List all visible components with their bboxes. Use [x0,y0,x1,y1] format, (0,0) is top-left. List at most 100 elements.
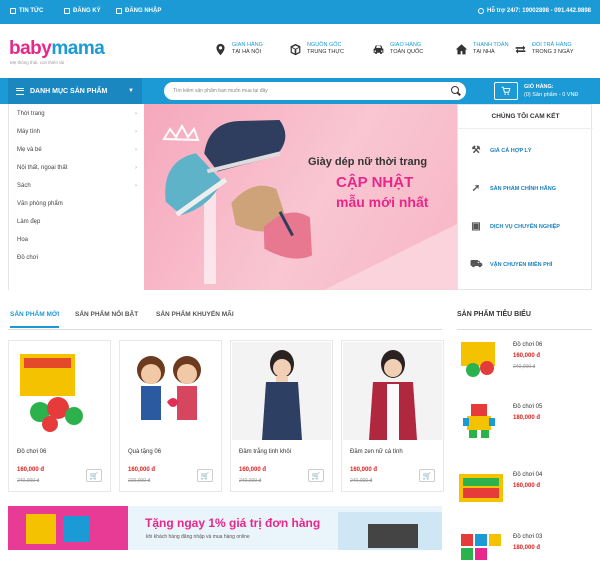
featured-item[interactable]: Đồ chơi 03 180,000 đ [457,530,592,565]
cart-icon: 🛒 [311,472,321,480]
logo-tagline: Mẹ thông thái, con thiên tài [10,60,65,65]
category-item-mom-baby[interactable]: Mẹ và bé › [17,147,143,153]
product-price: 160,000 đ [17,467,45,473]
promo-subtitle: khi khách hàng đăng nhập và mua hàng onl… [146,534,250,540]
category-label: Hoa [17,237,29,243]
commitment-item-service: ▣ DỊCH VỤ CHUYÊN NGHIỆP [470,221,560,233]
category-item-flowers[interactable]: Hoa [17,237,143,243]
feature-line1: NGUỒN GỐC [307,42,342,48]
featured-item[interactable]: Đồ chơi 05 180,000 đ [457,400,592,460]
featured-name[interactable]: Đồ chơi 06 [513,342,542,348]
banner-line1: Giày dép nữ thời trang [308,156,428,168]
promo-title: Tặng ngay 1% giá trị đơn hàng [145,516,321,530]
chevron-right-icon: › [135,111,137,117]
exchange-icon [515,44,526,54]
category-item-books[interactable]: Sách › [17,183,143,189]
logo-part1: baby [9,38,52,59]
category-item-fashion[interactable]: Thời trang › [17,111,143,117]
add-to-cart-button[interactable]: 🛒 [308,469,324,482]
feature-payment[interactable]: THANH TOÁN TẠI NHÀ [455,42,509,56]
search-icon[interactable] [451,86,459,94]
featured-item[interactable]: Đồ chơi 04 160,000 đ [457,468,592,528]
login-label: ĐĂNG NHẬP [125,8,162,14]
tab-featured-products[interactable]: SẢN PHẨM NỔI BẬT [75,311,138,318]
map-pin-icon [216,43,225,55]
product-name[interactable]: Quà tặng 06 [128,449,161,455]
feature-line1: ĐỔI TRẢ HÀNG [532,42,572,48]
featured-image [461,534,501,560]
banner-line3: mẫu mới nhất [336,194,429,210]
feature-return[interactable]: ĐỔI TRẢ HÀNG TRONG 3 NGÀY [514,42,574,56]
tab-sale-products[interactable]: SẢN PHẨM KHUYẾN MÃI [156,311,234,318]
add-to-cart-button[interactable]: 🛒 [197,469,213,482]
product-card[interactable]: Quà tặng 06 160,000 đ 220,000 đ 🛒 [119,340,222,492]
hotline-label: Hỗ trợ 24/7: 19002898 - 091.442.9898 [487,8,592,14]
commitment-label: DỊCH VỤ CHUYÊN NGHIỆP [490,224,560,230]
add-to-cart-button[interactable]: 🛒 [86,469,102,482]
product-card[interactable]: Đầm zen nữ cá tính 160,000 đ 240,000 đ 🛒 [341,340,444,492]
top-bar: TIN TỨC ĐĂNG KÝ ĐĂNG NHẬP Hỗ trợ 24/7: 1… [0,0,600,24]
feature-line2: TẠI NHÀ [473,49,495,55]
hero-banner[interactable]: Giày dép nữ thời trang CẬP NHẬT mẫu mới … [144,104,457,290]
login-icon [116,8,122,14]
register-link[interactable]: ĐĂNG KÝ [64,8,101,14]
featured-name[interactable]: Đồ chơi 05 [513,404,542,410]
product-name[interactable]: Đầm zen nữ cá tính [350,449,403,455]
cart-summary: (0) Sản phẩm - 0 VNĐ [524,92,579,98]
featured-price: 180,000 đ [513,545,541,551]
category-menu-button[interactable]: DANH MỤC SẢN PHẨM ▼ [8,78,142,104]
news-link[interactable]: TIN TỨC [10,8,43,14]
car-icon [373,44,384,54]
featured-name[interactable]: Đồ chơi 03 [513,534,542,540]
featured-price: 160,000 đ [513,483,541,489]
logo[interactable]: babymama [9,38,105,60]
home-icon [455,43,468,54]
featured-old-price: 240,000 đ [513,364,536,370]
product-name[interactable]: Đầm trắng tinh khôi [239,449,291,455]
chevron-right-icon: › [135,165,137,171]
category-item-toys[interactable]: Đồ chơi [17,255,143,261]
category-label: Mẹ và bé [17,147,42,153]
cart-button[interactable] [494,82,518,100]
cart-title: GIỎ HÀNG: [524,84,554,90]
product-price: 160,000 đ [239,467,267,473]
product-old-price: 220,000 đ [128,478,151,484]
featured-name[interactable]: Đồ chơi 04 [513,472,542,478]
commitment-item-shipping: ⛟ VẬN CHUYỂN MIỄN PHÍ [470,259,552,271]
category-item-stationery[interactable]: Văn phòng phẩm [17,201,143,207]
featured-image [461,342,495,377]
category-label: Máy tính [17,129,41,135]
login-link[interactable]: ĐĂNG NHẬP [116,8,161,14]
product-card[interactable]: Đồ chơi 06 160,000 đ 240,000 đ 🛒 [8,340,111,492]
feature-line2: TRONG 3 NGÀY [532,49,574,55]
product-card[interactable]: Đầm trắng tinh khôi 160,000 đ 240,000 đ … [230,340,333,492]
add-to-cart-button[interactable]: 🛒 [419,469,435,482]
cart-info[interactable]: GIỎ HÀNG: (0) Sản phẩm - 0 VNĐ [524,83,578,99]
feature-origin[interactable]: NGUỒN GỐC TRUNG THỰC [289,42,344,56]
cart-icon: 🛒 [422,472,432,480]
phone-icon [478,8,484,14]
category-label: Đồ chơi [17,255,38,261]
tab-new-products[interactable]: SẢN PHẨM MỚI [10,311,60,328]
featured-item[interactable]: Đồ chơi 06 160,000 đ 240,000 đ [457,338,592,398]
category-list: Thời trang › Máy tính › Mẹ và bé › Nội thất… [8,104,144,290]
product-name[interactable]: Đồ chơi 06 [17,449,46,455]
commitment-label: SẢN PHẨM CHÍNH HÃNG [490,186,556,192]
gavel-icon: ⚒ [471,145,481,156]
featured-price: 160,000 đ [513,353,541,359]
category-item-computer[interactable]: Máy tính › [17,129,143,135]
search-input[interactable]: Tìm kiếm sản phẩm bạn muốn mua tại đây [164,82,466,100]
rocket-icon: ➚ [471,183,481,194]
feature-line1: GIAO HÀNG [390,42,422,48]
promo-banner[interactable]: Tặng ngay 1% giá trị đơn hàng khi khách … [8,506,442,550]
user-icon [64,8,70,14]
commitment-item-genuine: ➚ SẢN PHẨM CHÍNH HÃNG [470,183,556,195]
feature-line1: THANH TOÁN [473,42,509,48]
feature-store[interactable]: GIAN HÀNG TẠI HÀ NỘI [214,42,263,56]
category-item-furniture[interactable]: Nội thất, ngoại thất › [17,165,143,171]
cart-icon: 🛒 [89,472,99,480]
truck-icon: ⛟ [470,259,483,270]
feature-delivery[interactable]: GIAO HÀNG TOÀN QUỐC [372,42,423,56]
hotline: Hỗ trợ 24/7: 19002898 - 091.442.9898 [478,8,591,14]
category-item-beauty[interactable]: Làm đẹp [17,219,143,225]
